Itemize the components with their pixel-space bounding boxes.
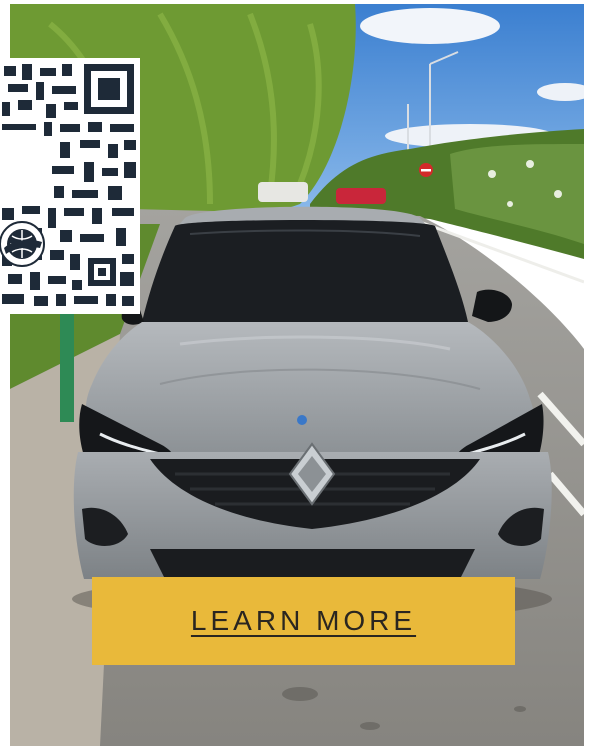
qr-code[interactable] [0, 58, 140, 314]
qr-code-icon [0, 58, 140, 314]
learn-more-label: LEARN MORE [190, 605, 417, 636]
learn-more-button[interactable]: LEARN MORE [92, 577, 515, 665]
globe-car-logo [0, 221, 45, 267]
